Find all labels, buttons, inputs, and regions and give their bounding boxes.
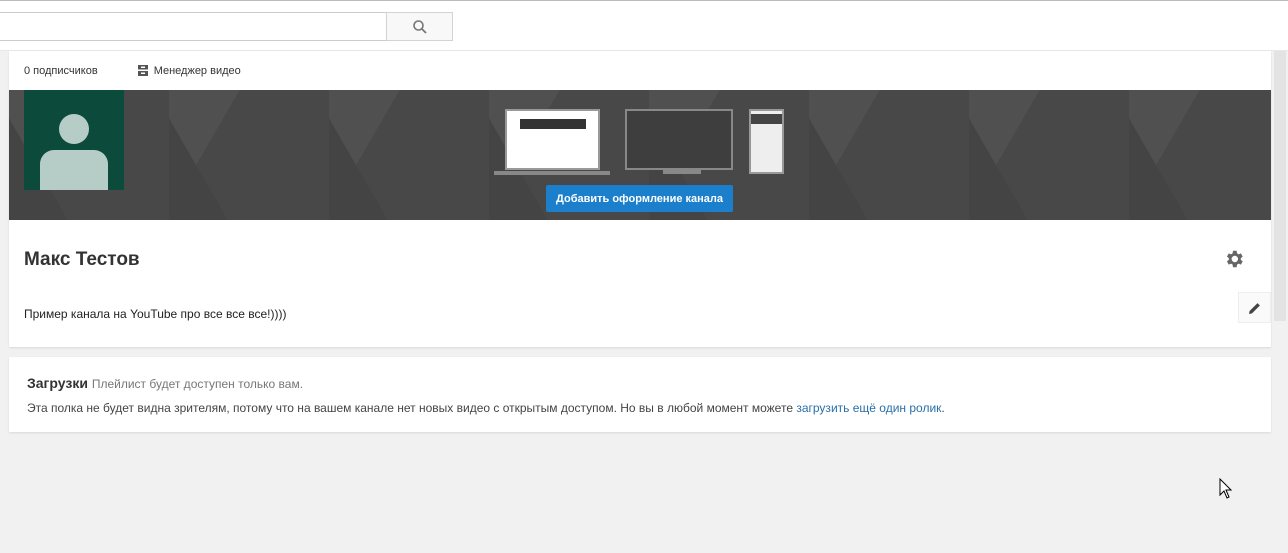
uploads-shelf: Загрузки Плейлист будет доступен только … xyxy=(9,357,1271,432)
pencil-icon xyxy=(1248,302,1260,314)
mouse-cursor-icon xyxy=(1219,478,1233,499)
avatar[interactable] xyxy=(24,90,124,190)
subscriber-count: 0 подписчиков xyxy=(24,64,98,77)
search-input[interactable] xyxy=(0,12,387,41)
video-manager-icon xyxy=(137,65,148,76)
channel-banner: Добавить оформление канала xyxy=(9,90,1271,220)
uploads-text: Эта полка не будет видна зрителям, потом… xyxy=(27,401,797,415)
channel-description: Пример канала на YouTube про все все все… xyxy=(24,307,287,321)
edit-description-button[interactable] xyxy=(1238,292,1271,323)
phone-illustration xyxy=(749,109,784,174)
laptop-illustration xyxy=(505,109,600,170)
search-button[interactable] xyxy=(386,12,453,41)
settings-gear-icon[interactable] xyxy=(1223,248,1245,275)
search-icon xyxy=(412,19,427,34)
channel-card: 0 подписчиков Менеджер видео Добавить оф… xyxy=(9,51,1271,347)
uploads-subtitle: Плейлист будет доступен только вам. xyxy=(91,377,304,391)
top-bar xyxy=(0,0,1288,51)
video-manager-link[interactable]: Менеджер видео xyxy=(137,65,241,77)
tv-illustration xyxy=(625,109,733,170)
channel-name: Макс Тестов xyxy=(24,249,140,270)
uploads-title[interactable]: Загрузки xyxy=(27,375,88,391)
add-channel-art-button[interactable]: Добавить оформление канала xyxy=(546,185,733,212)
scrollbar-thumb[interactable] xyxy=(1274,51,1286,321)
upload-video-link[interactable]: загрузить ещё один ролик xyxy=(796,401,941,415)
